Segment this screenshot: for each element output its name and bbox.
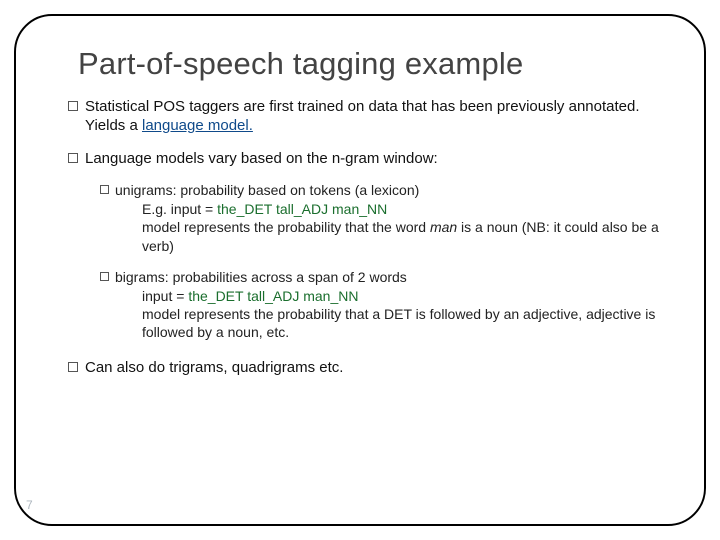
- sub-line-input: input = the_DET tall_ADJ man_NN: [142, 287, 664, 305]
- sub-line-prefix: input =: [142, 288, 188, 304]
- slide: Part-of-speech tagging example Statistic…: [0, 0, 720, 540]
- square-bullet-icon: [68, 362, 78, 372]
- sub-head-unigrams: unigrams: probability based on tokens (a…: [100, 182, 664, 198]
- bullet-link: language model.: [142, 117, 253, 134]
- slide-title: Part-of-speech tagging example: [78, 46, 664, 82]
- bullet-text: Can also do trigrams, quadrigrams etc.: [85, 359, 664, 378]
- sub-line-model: model represents the probability that a …: [142, 305, 664, 341]
- slide-frame: Part-of-speech tagging example Statistic…: [14, 14, 706, 526]
- sub-unigrams: unigrams: probability based on tokens (a…: [100, 182, 664, 255]
- sub-head-bigrams: bigrams: probabilities across a span of …: [100, 269, 664, 285]
- sub-line-pre: model represents the probability that th…: [142, 219, 430, 235]
- bullet-trigrams: Can also do trigrams, quadrigrams etc.: [68, 359, 664, 378]
- sub-head-text: bigrams: probabilities across a span of …: [115, 269, 664, 285]
- sub-line-prefix: E.g. input =: [142, 201, 217, 217]
- sub-bigrams: bigrams: probabilities across a span of …: [100, 269, 664, 342]
- sub-head-text: unigrams: probability based on tokens (a…: [115, 182, 664, 198]
- page-number: 7: [26, 498, 33, 512]
- sub-line-input: the_DET tall_ADJ man_NN: [217, 201, 387, 217]
- square-bullet-icon: [68, 101, 78, 111]
- sub-line-man: man: [430, 219, 457, 235]
- sub-line-model: model represents the probability that th…: [142, 218, 664, 254]
- sub-line-input-value: the_DET tall_ADJ man_NN: [188, 288, 358, 304]
- sub-line-eg: E.g. input = the_DET tall_ADJ man_NN: [142, 200, 664, 218]
- bullet-text: Language models vary based on the n-gram…: [85, 150, 664, 169]
- bullet-stat-taggers: Statistical POS taggers are first traine…: [68, 98, 664, 136]
- bullet-ngram-window: Language models vary based on the n-gram…: [68, 150, 664, 169]
- bullet-text: Statistical POS taggers are first traine…: [85, 98, 664, 136]
- square-bullet-icon: [68, 153, 78, 163]
- square-bullet-icon: [100, 185, 109, 194]
- square-bullet-icon: [100, 272, 109, 281]
